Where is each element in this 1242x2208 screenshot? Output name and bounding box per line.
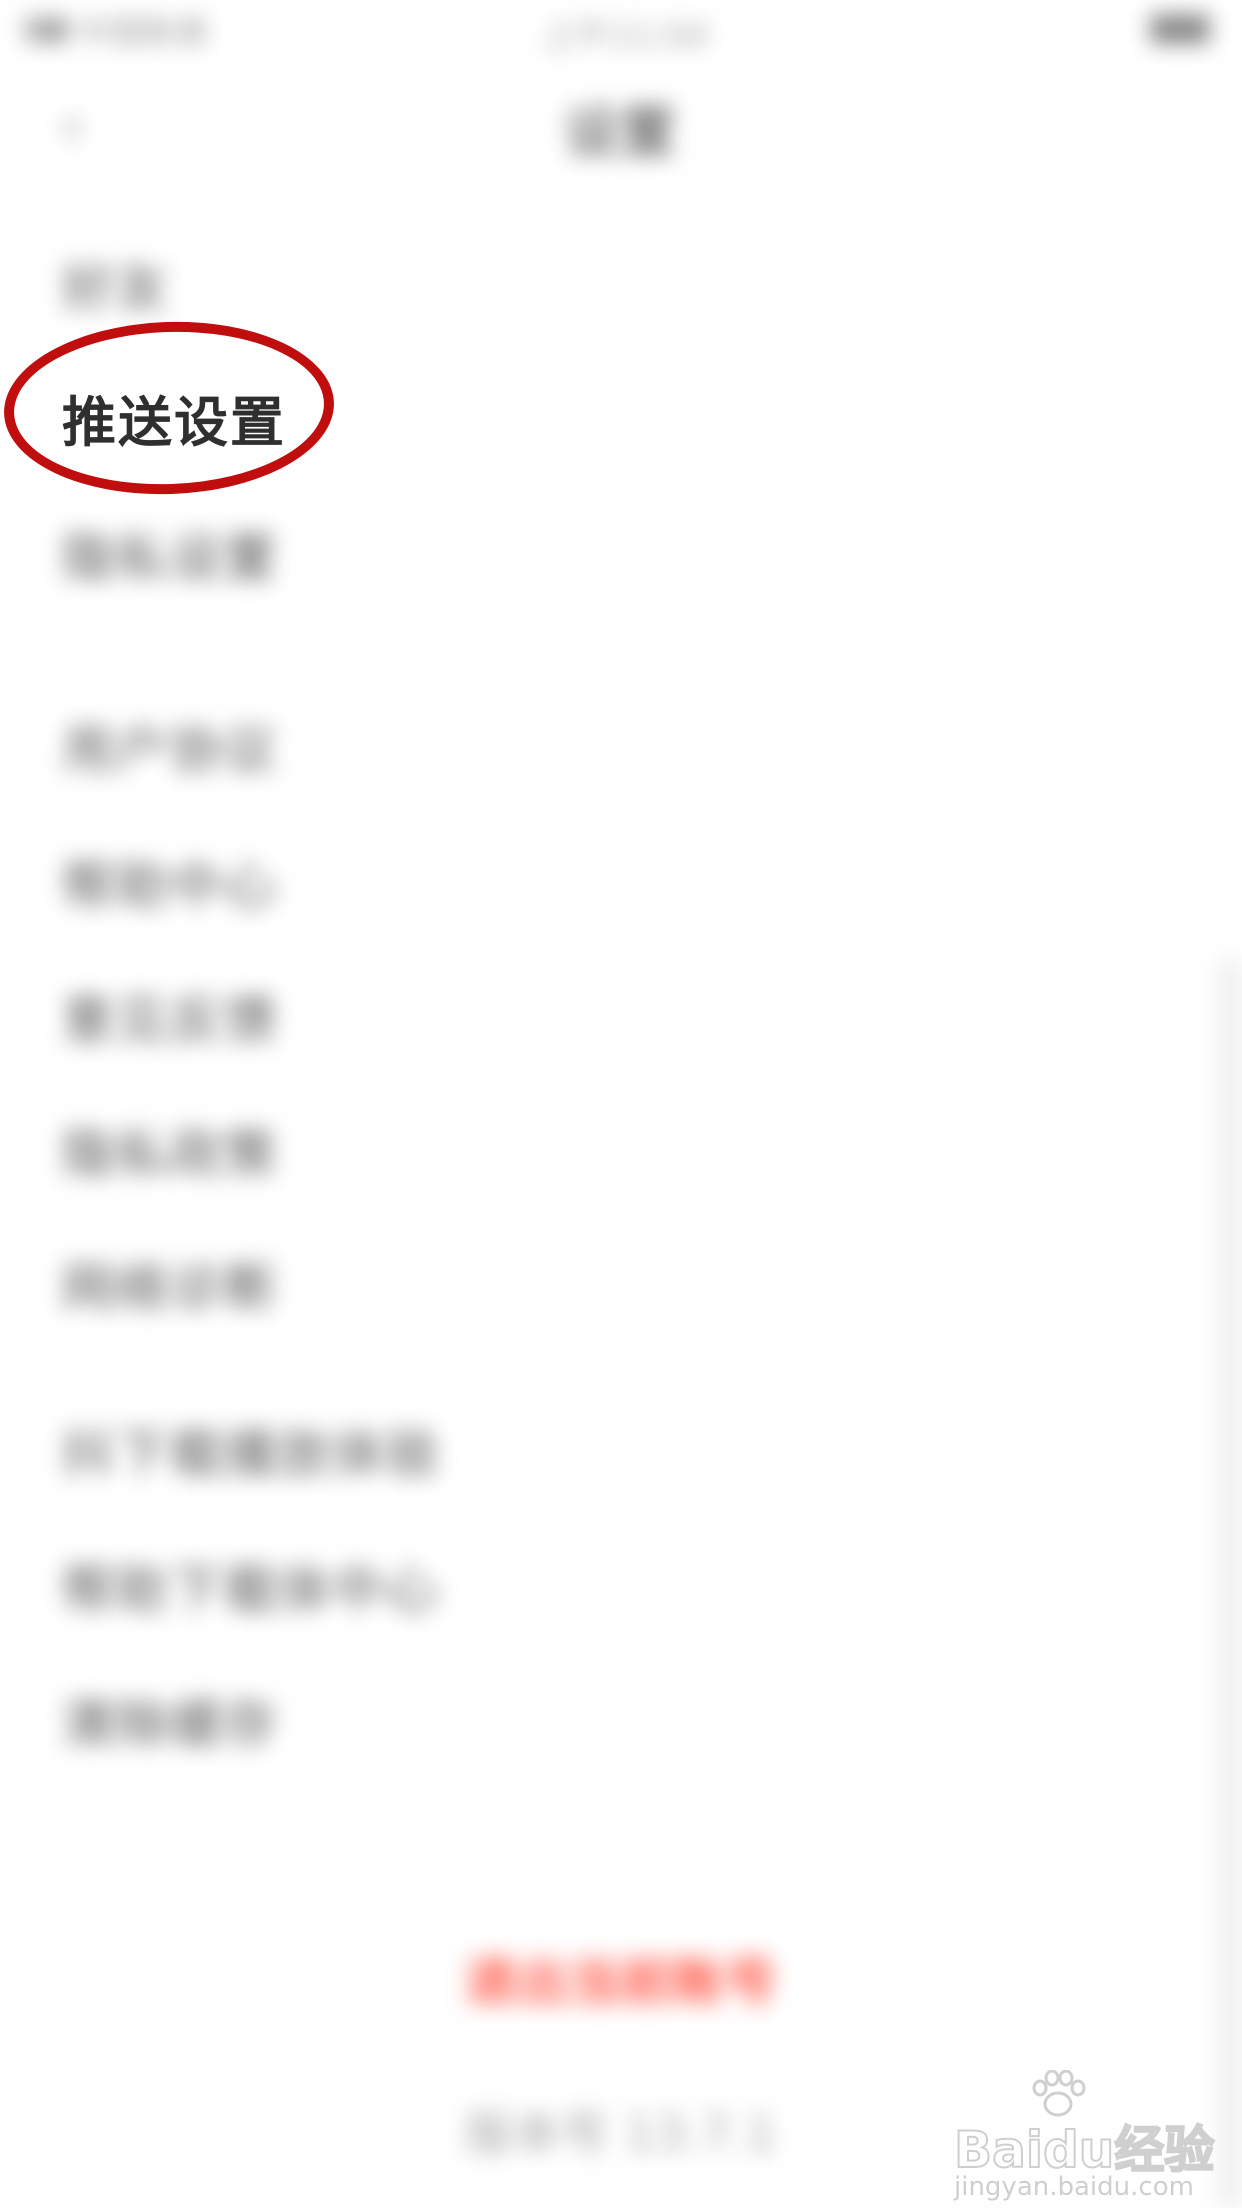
menu-item-help-center[interactable]: 帮助中心 [62, 844, 278, 919]
menu-item-network-diagnosis[interactable]: 网络诊断 [62, 1246, 278, 1321]
carrier-label: 中国联通 [78, 13, 207, 51]
battery-icon [1150, 14, 1210, 44]
menu-item-clear-cache[interactable]: 清除缓存 [62, 1682, 278, 1757]
menu-item-feedback[interactable]: 意见反馈 [62, 978, 278, 1053]
scroll-edge-shadow [1210, 960, 1240, 2208]
page-title: 设置 [564, 101, 676, 166]
baidu-jingyan-watermark: Baidu经验 jingyan.baidu.com [948, 2070, 1228, 2202]
menu-item-download-experience[interactable]: 抖下载播放体验 [62, 1412, 440, 1487]
back-arrow-icon[interactable]: ‹ [60, 96, 108, 156]
menu-item-friends[interactable]: 好友 [62, 246, 170, 321]
menu-item-download-center[interactable]: 帮助下载体中心 [62, 1548, 440, 1623]
status-bar-signal: 中国联通 [24, 12, 284, 51]
logout-button[interactable]: 退出当前账号 [0, 1940, 1242, 2015]
watermark-url: jingyan.baidu.com [954, 2172, 1194, 2202]
settings-screen: 中国联通 上午11:04 ‹ 设置 好友 隐私设置 用户协议 帮助中心 意见反馈… [0, 0, 1242, 2208]
menu-item-privacy-settings[interactable]: 隐私设置 [62, 516, 278, 591]
status-time: 上午11:04 [542, 16, 708, 56]
menu-item-privacy-policy[interactable]: 隐私政策 [62, 1112, 278, 1187]
signal-icon [24, 17, 68, 43]
menu-item-user-agreement[interactable]: 用户协议 [62, 708, 278, 783]
